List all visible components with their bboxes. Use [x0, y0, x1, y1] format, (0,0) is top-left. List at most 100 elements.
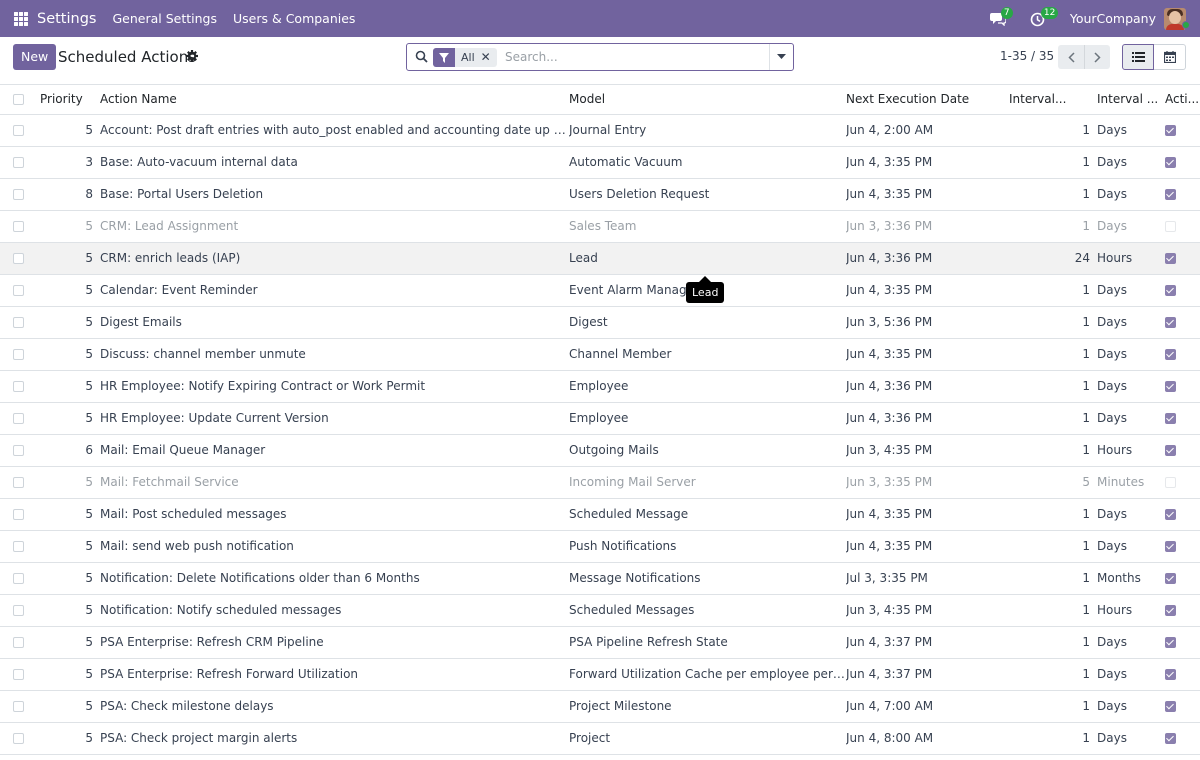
table-row[interactable]: 5 HR Employee: Notify Expiring Contract o…	[0, 370, 1200, 402]
table-row[interactable]: 5 Notification: Notify scheduled messages…	[0, 594, 1200, 626]
cell-action-name[interactable]: PSA Enterprise: Refresh CRM Pipeline	[100, 626, 569, 658]
cell-interval-number[interactable]: 1	[1009, 530, 1097, 562]
cell-next-execution-date[interactable]: Jun 4, 3:35 PM	[846, 338, 1009, 370]
cell-interval-unit[interactable]: Minutes	[1097, 466, 1165, 498]
row-select-checkbox[interactable]	[0, 658, 40, 690]
cell-model[interactable]: Sales Team	[569, 210, 846, 242]
gear-icon[interactable]	[186, 50, 198, 62]
cell-action-name[interactable]: Mail: Post scheduled messages	[100, 498, 569, 530]
cell-next-execution-date[interactable]: Jun 4, 8:00 AM	[846, 722, 1009, 754]
cell-action-name[interactable]: HR Employee: Notify Expiring Contract or…	[100, 370, 569, 402]
table-row[interactable]: 5 Account: Post draft entries with auto_p…	[0, 114, 1200, 146]
row-select-checkbox[interactable]	[0, 690, 40, 722]
cell-active[interactable]	[1165, 402, 1200, 434]
search-input[interactable]	[505, 47, 755, 67]
column-header-next-execution-date[interactable]: Next Execution Date	[846, 85, 1009, 115]
cell-active[interactable]	[1165, 114, 1200, 146]
cell-priority[interactable]: 5	[40, 402, 100, 434]
cell-active[interactable]	[1165, 658, 1200, 690]
row-select-checkbox[interactable]	[0, 146, 40, 178]
cell-interval-number[interactable]: 1	[1009, 562, 1097, 594]
cell-priority[interactable]: 5	[40, 626, 100, 658]
cell-interval-number[interactable]: 1	[1009, 146, 1097, 178]
cell-action-name[interactable]: Digest Emails	[100, 306, 569, 338]
active-checkbox[interactable]	[1165, 477, 1176, 488]
cell-priority[interactable]: 5	[40, 306, 100, 338]
table-row[interactable]: 5 Digest Emails Digest Jun 3, 5:36 PM 1 Days	[0, 306, 1200, 338]
cell-priority[interactable]: 5	[40, 498, 100, 530]
active-checkbox[interactable]	[1165, 285, 1176, 296]
cell-interval-unit[interactable]: Days	[1097, 658, 1165, 690]
cell-interval-unit[interactable]: Days	[1097, 402, 1165, 434]
cell-action-name[interactable]: Base: Auto-vacuum internal data	[100, 146, 569, 178]
cell-priority[interactable]: 5	[40, 658, 100, 690]
table-row[interactable]: 5 CRM: enrich leads (IAP) Lead Jun 4, 3:36 …	[0, 242, 1200, 274]
row-select-checkbox[interactable]	[0, 466, 40, 498]
active-checkbox[interactable]	[1165, 509, 1176, 520]
cell-active[interactable]	[1165, 274, 1200, 306]
cell-interval-unit[interactable]: Days	[1097, 146, 1165, 178]
table-row[interactable]: 5 PSA Enterprise: Refresh CRM Pipeline PSA…	[0, 626, 1200, 658]
cell-interval-unit[interactable]: Hours	[1097, 434, 1165, 466]
cell-model[interactable]: Incoming Mail Server	[569, 466, 846, 498]
cell-model[interactable]: Message Notifications	[569, 562, 846, 594]
cell-interval-number[interactable]: 1	[1009, 402, 1097, 434]
row-select-checkbox[interactable]	[0, 114, 40, 146]
row-select-checkbox[interactable]	[0, 242, 40, 274]
app-title[interactable]: Settings	[37, 11, 96, 27]
company-switcher[interactable]: YourCompany	[1070, 11, 1156, 26]
table-row[interactable]: 3 Base: Auto-vacuum internal data Automati…	[0, 146, 1200, 178]
search-icon[interactable]	[415, 50, 428, 63]
cell-priority[interactable]: 5	[40, 562, 100, 594]
row-select-checkbox[interactable]	[0, 210, 40, 242]
cell-next-execution-date[interactable]: Jun 4, 3:35 PM	[846, 498, 1009, 530]
cell-priority[interactable]: 5	[40, 722, 100, 754]
column-header-action-name[interactable]: Action Name	[100, 85, 569, 115]
cell-interval-unit[interactable]: Days	[1097, 690, 1165, 722]
cell-next-execution-date[interactable]: Jun 4, 3:35 PM	[846, 530, 1009, 562]
cell-interval-unit[interactable]: Days	[1097, 626, 1165, 658]
new-button[interactable]: New	[13, 44, 57, 70]
cell-priority[interactable]: 5	[40, 274, 100, 306]
pager-previous-button[interactable]	[1058, 45, 1084, 69]
row-select-checkbox[interactable]	[0, 626, 40, 658]
active-checkbox[interactable]	[1165, 317, 1176, 328]
active-checkbox[interactable]	[1165, 541, 1176, 552]
cell-interval-unit[interactable]: Days	[1097, 530, 1165, 562]
active-checkbox[interactable]	[1165, 125, 1176, 136]
cell-action-name[interactable]: Mail: Email Queue Manager	[100, 434, 569, 466]
column-header-model[interactable]: Model	[569, 85, 846, 115]
cell-next-execution-date[interactable]: Jun 4, 3:36 PM	[846, 402, 1009, 434]
cell-active[interactable]	[1165, 178, 1200, 210]
table-row[interactable]: 5 HR Employee: Update Current Version Empl…	[0, 402, 1200, 434]
messages-button[interactable]: 7	[989, 6, 1013, 28]
cell-active[interactable]	[1165, 498, 1200, 530]
active-checkbox[interactable]	[1165, 701, 1176, 712]
row-select-checkbox[interactable]	[0, 402, 40, 434]
cell-action-name[interactable]: Calendar: Event Reminder	[100, 274, 569, 306]
search-options-toggle[interactable]	[769, 44, 793, 70]
cell-interval-unit[interactable]: Days	[1097, 210, 1165, 242]
table-row[interactable]: 5 Discuss: channel member unmute Channel M…	[0, 338, 1200, 370]
list-view-button[interactable]	[1122, 44, 1154, 70]
cell-interval-number[interactable]: 1	[1009, 690, 1097, 722]
cell-interval-number[interactable]: 1	[1009, 626, 1097, 658]
row-select-checkbox[interactable]	[0, 594, 40, 626]
cell-interval-number[interactable]: 1	[1009, 658, 1097, 690]
cell-active[interactable]	[1165, 594, 1200, 626]
cell-priority[interactable]: 8	[40, 178, 100, 210]
cell-action-name[interactable]: CRM: Lead Assignment	[100, 210, 569, 242]
cell-active[interactable]	[1165, 370, 1200, 402]
cell-action-name[interactable]: PSA: Check project margin alerts	[100, 722, 569, 754]
cell-active[interactable]	[1165, 530, 1200, 562]
row-select-checkbox[interactable]	[0, 498, 40, 530]
cell-model[interactable]: PSA Pipeline Refresh State	[569, 626, 846, 658]
row-select-checkbox[interactable]	[0, 562, 40, 594]
cell-model[interactable]: Scheduled Messages	[569, 594, 846, 626]
cell-active[interactable]	[1165, 466, 1200, 498]
table-row[interactable]: 8 Base: Portal Users Deletion Users Deleti…	[0, 178, 1200, 210]
pager-value[interactable]: 1-35 / 35	[1000, 49, 1054, 63]
cell-interval-number[interactable]: 1	[1009, 178, 1097, 210]
row-select-checkbox[interactable]	[0, 338, 40, 370]
cell-action-name[interactable]: Notification: Notify scheduled messages	[100, 594, 569, 626]
